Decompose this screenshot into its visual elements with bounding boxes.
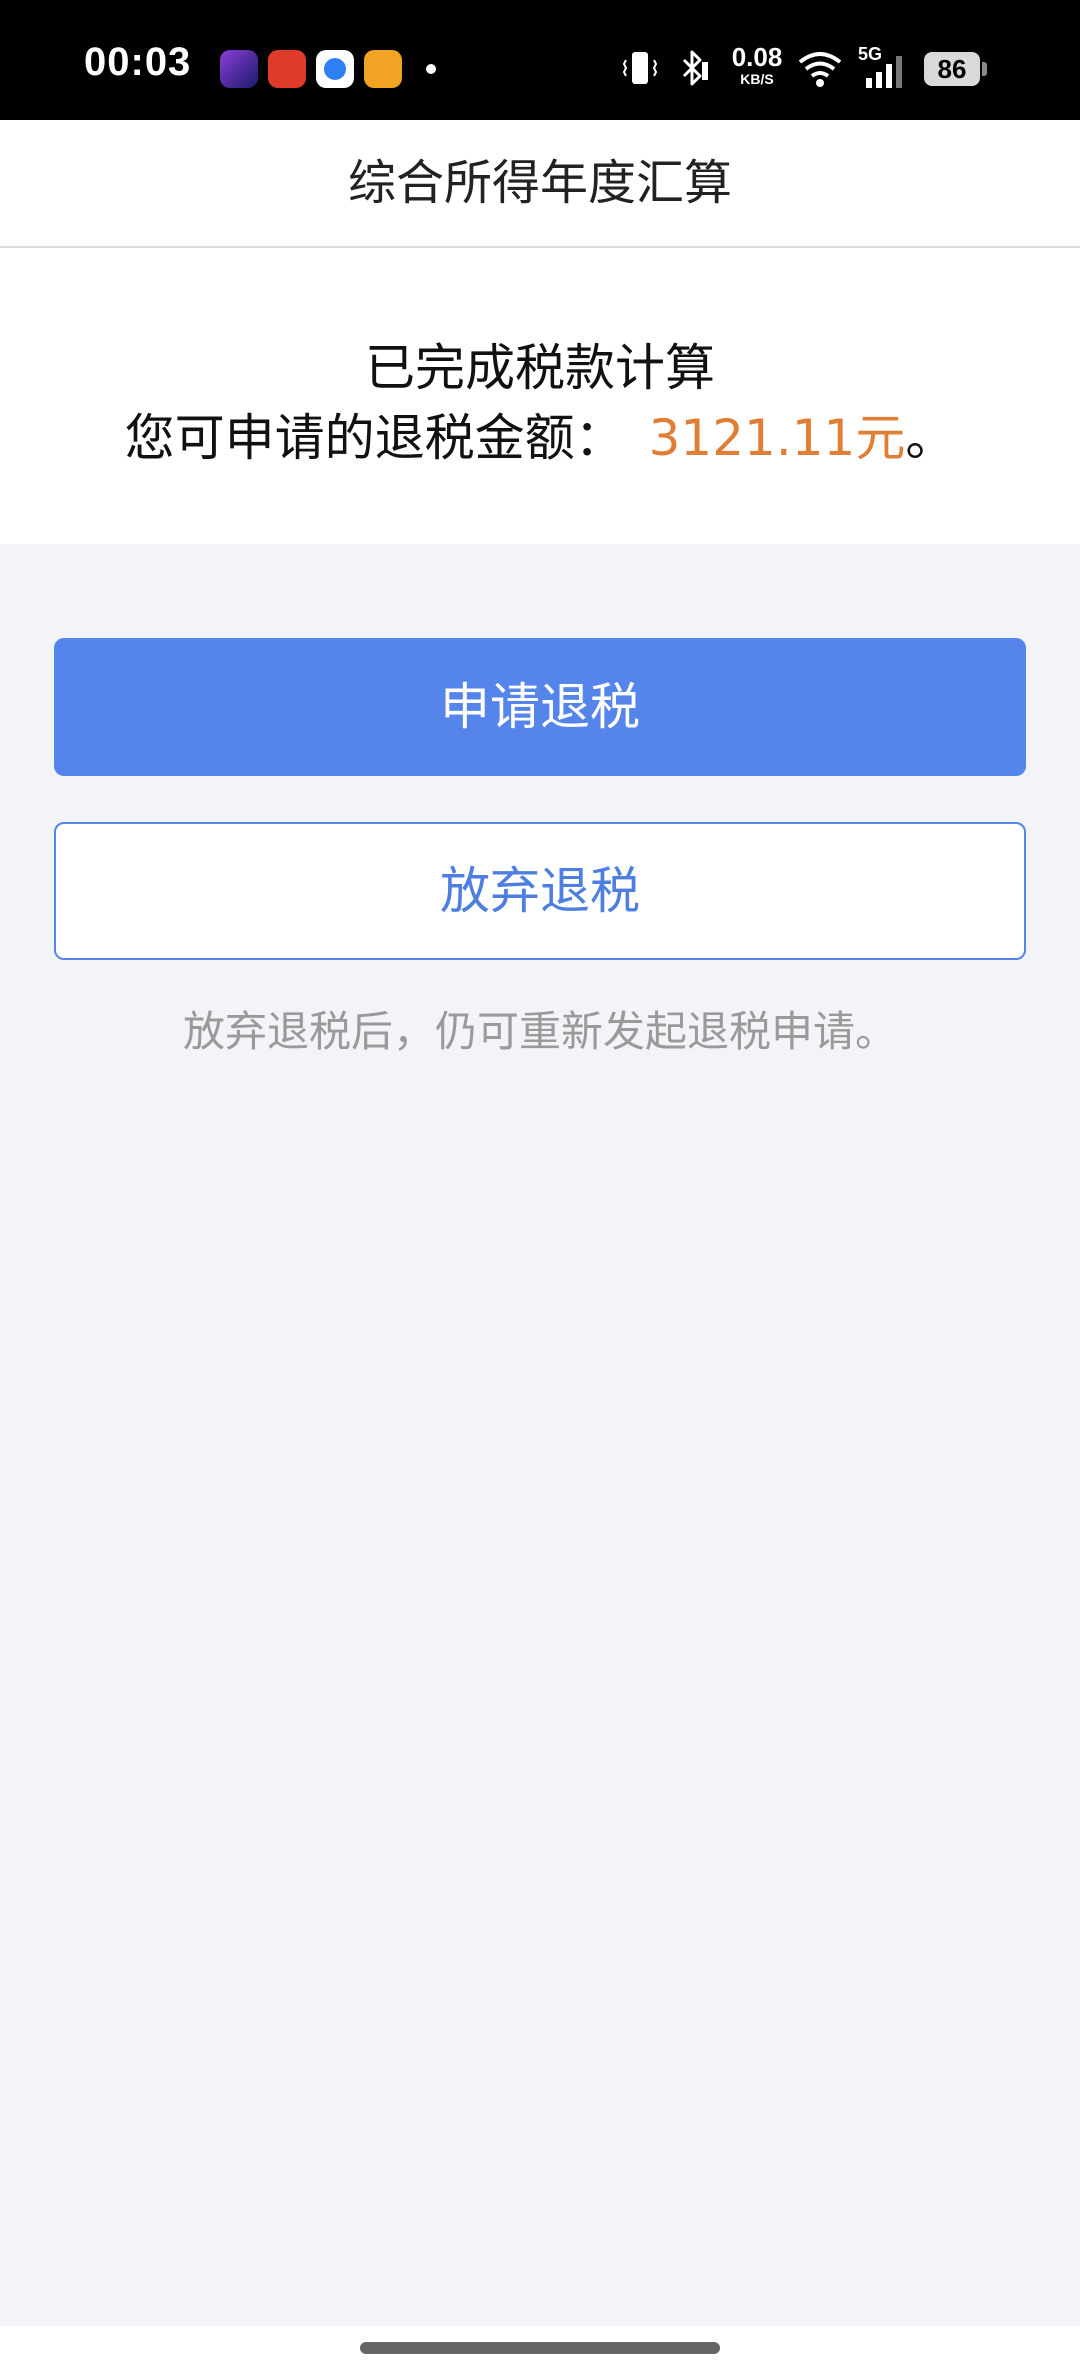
battery-tip xyxy=(982,62,987,76)
apply-refund-button[interactable]: 申请退税 xyxy=(54,638,1026,776)
result-card: 已完成税款计算 您可申请的退税金额： 3121.11元。 xyxy=(0,248,1080,544)
abandon-refund-button[interactable]: 放弃退税 xyxy=(54,822,1026,960)
app-icon-3 xyxy=(316,50,354,88)
app-icon-1 xyxy=(220,50,258,88)
calculation-complete-text: 已完成税款计算 xyxy=(365,339,715,397)
battery-level: 86 xyxy=(924,52,980,86)
refund-amount-suffix: 。 xyxy=(905,409,956,467)
status-time: 00:03 xyxy=(84,40,192,84)
abandon-hint-text: 放弃退税后，仍可重新发起退税申请。 xyxy=(182,1007,897,1056)
notification-dot-icon xyxy=(426,64,436,74)
signal-icon xyxy=(866,56,902,88)
vibrate-icon xyxy=(622,52,658,84)
bluetooth-icon xyxy=(682,50,708,86)
app-icon-4 xyxy=(364,50,402,88)
home-indicator[interactable] xyxy=(360,2342,720,2354)
page-title: 综合所得年度汇算 xyxy=(347,155,732,211)
net-speed-unit: KB/S xyxy=(740,71,774,87)
nav-bar: 综合所得年度汇算 xyxy=(0,120,1080,248)
net-speed-value: 0.08 xyxy=(731,42,783,72)
net-speed: 0.08 KB/S xyxy=(726,44,788,86)
refund-amount-text: 您可申请的退税金额： 3121.11元。 xyxy=(0,398,1080,470)
refund-amount-value: 3121.11元 xyxy=(648,409,906,467)
refund-amount-label: 您可申请的退税金额： xyxy=(124,409,625,467)
status-bar: 00:03 0.08 KB/S 5G 86 xyxy=(0,0,1080,120)
app-icon-2 xyxy=(268,50,306,88)
wifi-icon xyxy=(798,52,842,87)
